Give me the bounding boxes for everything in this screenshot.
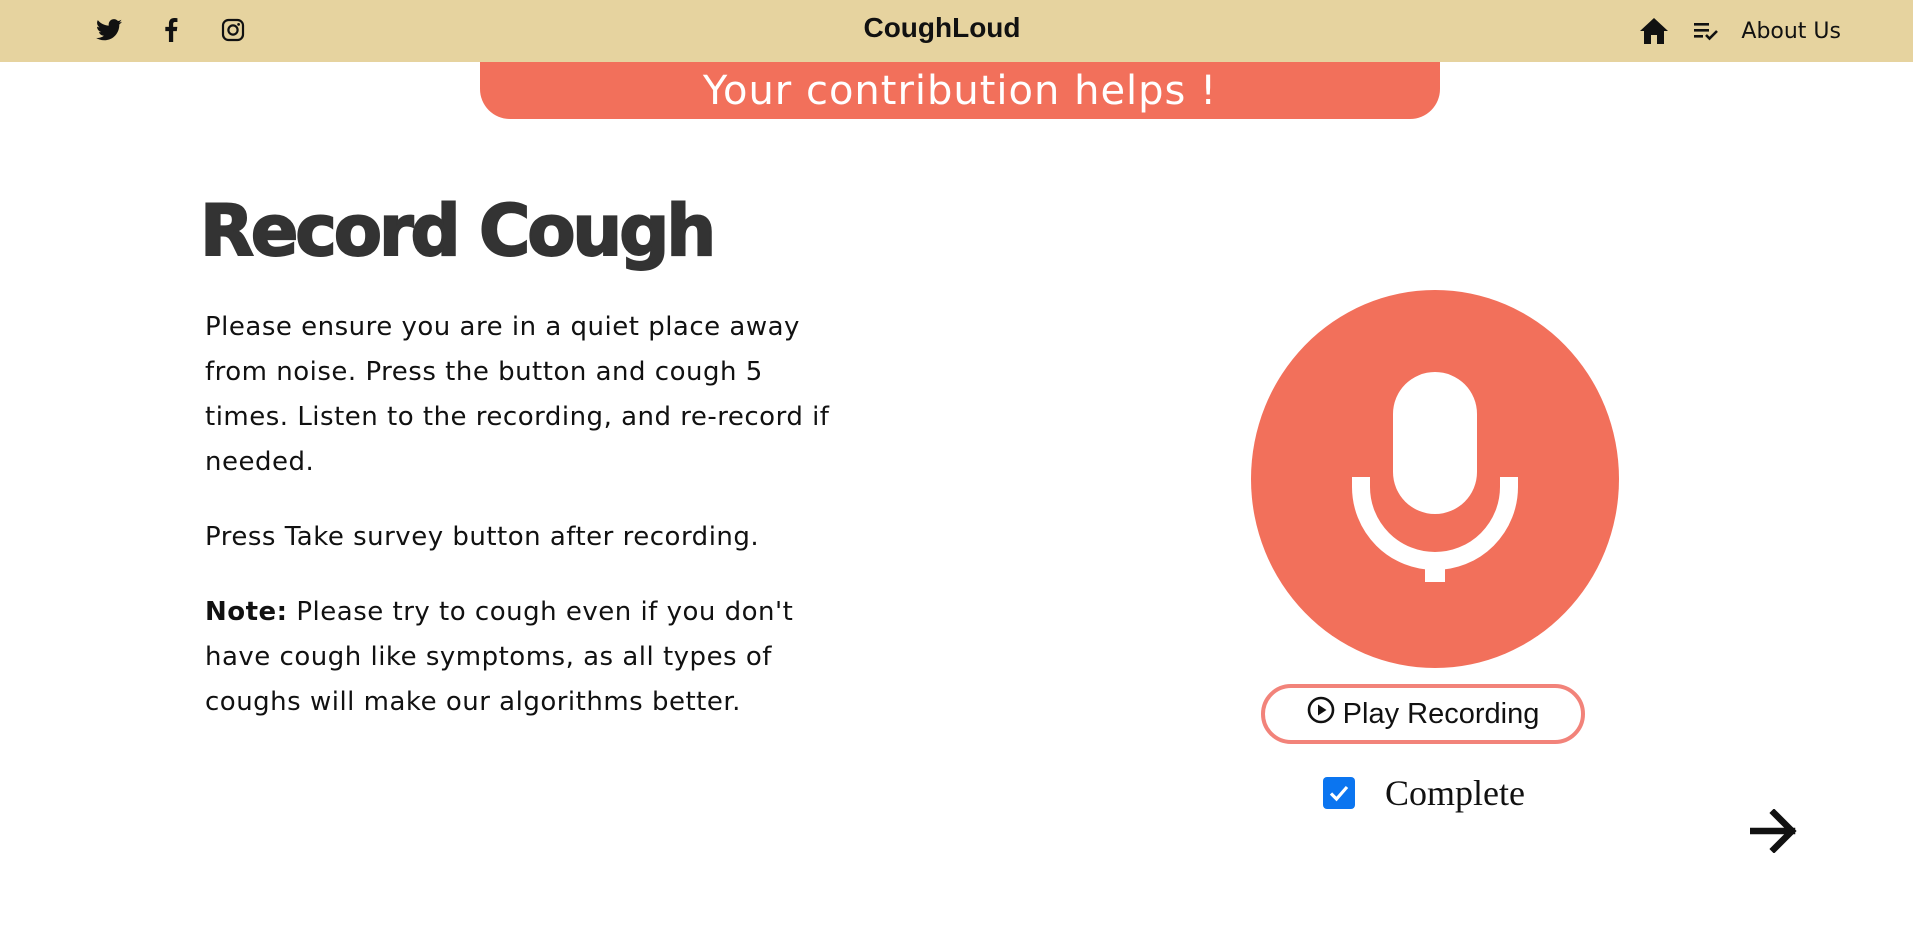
- note-paragraph: Note: Please try to cough even if you do…: [205, 590, 845, 725]
- note-text: Please try to cough even if you don't ha…: [205, 597, 794, 717]
- complete-label: Complete: [1385, 773, 1525, 813]
- microphone-icon: [1350, 372, 1520, 586]
- page-title: Record Cough: [199, 189, 717, 273]
- note-label: Note:: [205, 597, 288, 627]
- record-button[interactable]: [1251, 290, 1619, 668]
- play-recording-button[interactable]: Play Recording: [1261, 684, 1585, 744]
- contribution-banner: Your contribution helps !: [480, 62, 1440, 119]
- instructions-paragraph: Please ensure you are in a quiet place a…: [205, 312, 830, 477]
- play-circle-icon: [1307, 696, 1335, 732]
- brand-logo[interactable]: CoughLoud: [0, 12, 1884, 44]
- instructions: Please ensure you are in a quiet place a…: [205, 305, 845, 755]
- instructions-paragraph: Press Take survey button after recording…: [205, 522, 760, 552]
- arrow-right-icon[interactable]: [1746, 806, 1802, 856]
- nav-right: About Us: [1635, 12, 1841, 50]
- about-us-link[interactable]: About Us: [1741, 19, 1841, 44]
- navbar: CoughLoud About Us: [0, 0, 1913, 62]
- home-icon[interactable]: [1635, 12, 1673, 50]
- complete-row: Complete: [1323, 772, 1525, 814]
- play-recording-label: Play Recording: [1342, 697, 1540, 730]
- complete-checkbox[interactable]: [1323, 777, 1355, 809]
- checklist-icon[interactable]: [1687, 12, 1725, 50]
